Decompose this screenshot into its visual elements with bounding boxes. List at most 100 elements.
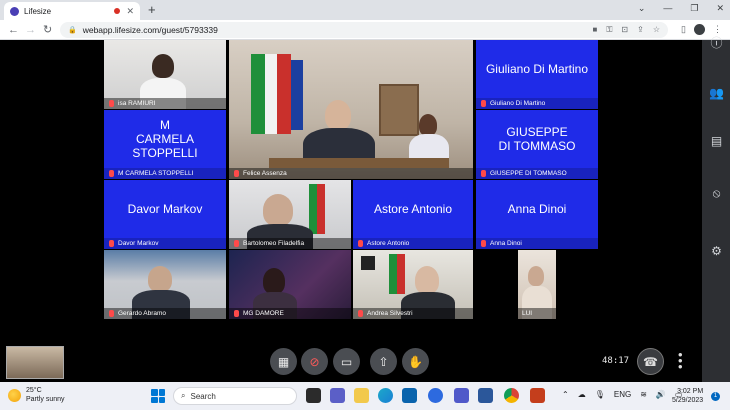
profile-avatar[interactable] bbox=[694, 24, 705, 35]
participant-tile[interactable]: isa RAMIURI bbox=[104, 40, 226, 109]
close-window-button[interactable]: ✕ bbox=[716, 3, 724, 14]
teams-chat-icon[interactable] bbox=[330, 388, 345, 403]
phone-icon: ☎ bbox=[643, 354, 658, 369]
info-icon[interactable]: ⓘ bbox=[709, 36, 724, 51]
participant-tile[interactable]: Astore Antonio Astore Antonio bbox=[353, 180, 473, 249]
participant-name-label: M CARMELA STOPPELLI bbox=[104, 168, 226, 179]
notification-badge[interactable]: 1 bbox=[711, 392, 720, 401]
participant-tile[interactable]: M CARMELA STOPPELLI M CARMELA STOPPELLI bbox=[104, 110, 226, 179]
taskbar-search-box[interactable]: ⌕ Search bbox=[173, 387, 297, 405]
share-icon[interactable]: ⇪ bbox=[637, 25, 644, 35]
back-arrow-icon[interactable]: ← bbox=[8, 23, 19, 37]
participant-tile[interactable]: MG DAMORE bbox=[229, 250, 351, 319]
hand-icon: ✋ bbox=[408, 354, 423, 369]
show-hidden-icons-icon[interactable]: ⌃ bbox=[562, 390, 569, 399]
restore-button[interactable]: ❐ bbox=[690, 3, 698, 14]
chat-icon[interactable]: ▤ bbox=[709, 134, 724, 149]
muted-mic-icon bbox=[234, 240, 239, 247]
chrome-icon[interactable] bbox=[504, 388, 519, 403]
participant-tile[interactable]: Giuliano Di Martino Giuliano Di Martino bbox=[476, 40, 598, 109]
zoom-icon[interactable] bbox=[428, 388, 443, 403]
camera-permission-icon[interactable]: ■ bbox=[592, 25, 597, 35]
close-tab-icon[interactable]: ✕ bbox=[126, 6, 134, 17]
system-tray: ⌃ ☁ 🎙 ENG ≋ 🔊 ▭ bbox=[562, 390, 682, 399]
participant-tile[interactable]: Andrea Silvestri bbox=[353, 250, 473, 319]
muted-mic-icon bbox=[109, 100, 114, 107]
address-bar[interactable]: 🔒 webapp.lifesize.com/guest/5793339 ■ ⚿ … bbox=[60, 22, 668, 38]
muted-mic-icon bbox=[358, 240, 363, 247]
participant-tile[interactable]: Gerardo Abramo bbox=[104, 250, 226, 319]
word-icon[interactable] bbox=[478, 388, 493, 403]
call-timer: 48:17 bbox=[602, 356, 630, 366]
participant-tile[interactable]: Davor Markov Davor Markov bbox=[104, 180, 226, 249]
microphone-icon[interactable]: 🎙 bbox=[595, 390, 605, 399]
volume-icon[interactable]: 🔊 bbox=[656, 390, 666, 399]
browser-menu-icon[interactable]: ⋮ bbox=[713, 24, 722, 35]
file-explorer-icon[interactable] bbox=[354, 388, 369, 403]
new-tab-button[interactable]: + bbox=[148, 3, 156, 17]
mute-microphone-button[interactable]: ⊘ bbox=[301, 348, 328, 375]
muted-mic-icon bbox=[481, 100, 486, 107]
powerpoint-icon[interactable] bbox=[530, 388, 545, 403]
participant-tile[interactable]: Bartolomeo Filadelfia bbox=[229, 180, 351, 249]
participant-name-label: MG DAMORE bbox=[229, 308, 351, 319]
participant-name-label: Felice Assenza bbox=[229, 168, 473, 179]
layout-button[interactable]: ▦ bbox=[270, 348, 297, 375]
wifi-icon[interactable]: ≋ bbox=[640, 390, 647, 399]
teams-icon[interactable] bbox=[454, 388, 469, 403]
participants-icon[interactable]: 👥 bbox=[709, 86, 724, 101]
muted-mic-icon bbox=[358, 310, 363, 317]
bookmark-star-icon[interactable]: ☆ bbox=[653, 25, 660, 35]
store-icon[interactable] bbox=[402, 388, 417, 403]
input-language[interactable]: ENG bbox=[614, 390, 631, 399]
weather-widget[interactable]: 25°C Partly sunny bbox=[8, 386, 65, 404]
install-app-icon[interactable]: ⊡ bbox=[621, 25, 628, 35]
onedrive-icon[interactable]: ☁ bbox=[578, 390, 586, 399]
side-panel-icon[interactable]: ▯ bbox=[681, 24, 686, 35]
tab-search-icon[interactable]: ⌄ bbox=[638, 3, 646, 14]
participant-name-label: GIUSEPPE DI TOMMASO bbox=[476, 168, 598, 179]
recording-icon[interactable]: ⦸ bbox=[709, 186, 724, 201]
task-view-icon[interactable] bbox=[306, 388, 321, 403]
participant-name-label: Gerardo Abramo bbox=[104, 308, 226, 319]
muted-mic-icon bbox=[481, 170, 486, 177]
participant-avatar-name: GIUSEPPE DI TOMMASO bbox=[498, 124, 576, 153]
layout-icon: ▦ bbox=[277, 354, 290, 369]
raise-hand-button[interactable]: ✋ bbox=[402, 348, 429, 375]
url-text[interactable]: webapp.lifesize.com/guest/5793339 bbox=[83, 25, 218, 35]
muted-mic-icon bbox=[109, 170, 114, 177]
camera-button[interactable]: ▭ bbox=[333, 348, 360, 375]
share-screen-button[interactable]: ⇧ bbox=[370, 348, 397, 375]
participant-avatar-name: M CARMELA STOPPELLI bbox=[132, 117, 198, 160]
browser-tab[interactable]: Lifesize ✕ bbox=[4, 2, 140, 20]
weather-condition: Partly sunny bbox=[26, 396, 65, 403]
settings-gear-icon[interactable]: ⚙ bbox=[709, 244, 724, 259]
search-icon: ⌕ bbox=[181, 391, 186, 400]
lock-icon[interactable]: 🔒 bbox=[68, 26, 77, 34]
muted-mic-icon bbox=[234, 170, 239, 177]
browser-right-icons: ▯ ⋮ bbox=[681, 24, 722, 35]
taskbar-clock[interactable]: 3:02 PM 5/29/2023 bbox=[672, 387, 703, 405]
self-view-preview[interactable] bbox=[6, 346, 64, 379]
participant-tile[interactable]: LUI bbox=[518, 250, 556, 319]
participant-tile[interactable]: GIUSEPPE DI TOMMASO GIUSEPPE DI TOMMASO bbox=[476, 110, 598, 179]
reload-icon[interactable]: ↻ bbox=[43, 23, 52, 37]
lifesize-favicon-icon bbox=[10, 6, 19, 16]
clock-time: 3:02 PM bbox=[677, 388, 704, 395]
edge-icon[interactable] bbox=[378, 388, 393, 403]
more-options-icon[interactable]: • • • bbox=[678, 348, 683, 373]
participant-avatar-name: Anna Dinoi bbox=[507, 201, 567, 216]
active-speaker-tile[interactable]: Felice Assenza bbox=[229, 40, 473, 179]
windows-start-icon[interactable] bbox=[151, 389, 165, 403]
meeting-sidebar: ⓘ 👥 ▤ ⦸ ⚙ bbox=[702, 36, 730, 382]
participant-avatar-name: Astore Antonio bbox=[373, 201, 453, 216]
participant-avatar-name: Davor Markov bbox=[127, 201, 203, 216]
participant-tile[interactable]: Anna Dinoi Anna Dinoi bbox=[476, 180, 598, 249]
key-icon[interactable]: ⚿ bbox=[606, 25, 612, 35]
forward-arrow-icon[interactable]: → bbox=[25, 23, 36, 37]
hang-up-button[interactable]: ☎ bbox=[637, 348, 664, 375]
minimize-button[interactable]: — bbox=[663, 3, 672, 14]
muted-mic-icon bbox=[481, 240, 486, 247]
muted-mic-icon bbox=[234, 310, 239, 317]
participant-name-label: isa RAMIURI bbox=[104, 98, 226, 109]
